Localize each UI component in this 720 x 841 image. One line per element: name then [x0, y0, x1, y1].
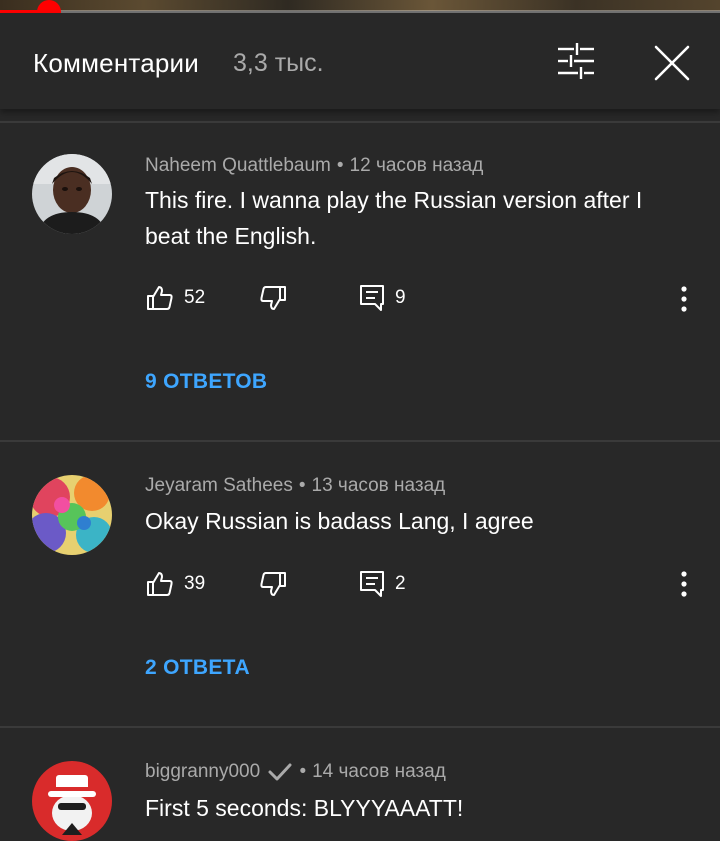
- like-count: 39: [184, 573, 206, 594]
- avatar-cartoon-icon: [32, 761, 112, 841]
- comment-text: First 5 seconds: BLYYYAAATT!: [145, 795, 464, 821]
- more-vertical-icon: [681, 286, 687, 312]
- thumbs-down-icon: [260, 572, 286, 596]
- like-count: 52: [184, 287, 206, 308]
- avatar-photo-icon: [32, 154, 112, 234]
- comment-more-button[interactable]: [672, 284, 696, 314]
- sort-comments-button[interactable]: [548, 39, 604, 83]
- comment-item: Jeyaram Sathees • 13 часов назад Okay Russ…: [0, 442, 720, 728]
- reply-button[interactable]: 2: [359, 570, 406, 598]
- close-x-icon: [654, 45, 690, 81]
- comment-author[interactable]: biggranny000: [145, 761, 260, 782]
- avatar[interactable]: [32, 475, 112, 555]
- verified-check-icon: [268, 763, 292, 781]
- meta-separator: •: [336, 155, 344, 176]
- reply-count: 9: [395, 287, 406, 308]
- comments-header: Комментарии 3,3 тыс.: [0, 13, 720, 109]
- reply-comment-icon: [360, 571, 384, 597]
- comment-author[interactable]: Naheem Quattlebaum: [145, 155, 331, 176]
- comment-meta: biggranny000 • 14 часов назад: [145, 761, 446, 783]
- reply-button[interactable]: 9: [359, 284, 406, 312]
- reply-comment-icon: [360, 285, 384, 311]
- comments-count: 3,3 тыс.: [233, 49, 324, 77]
- view-replies-link[interactable]: 2 ОТВЕТА: [145, 656, 250, 680]
- comment-item: biggranny000 • 14 часов назад First 5 sec…: [0, 728, 720, 841]
- close-comments-button[interactable]: [646, 37, 698, 89]
- more-vertical-icon: [681, 571, 687, 597]
- like-button[interactable]: 52: [146, 284, 205, 312]
- avatar[interactable]: [32, 761, 112, 841]
- comment-time: 13 часов назад: [311, 475, 446, 496]
- thumbs-up-icon: [147, 572, 173, 596]
- comment-meta: Naheem Quattlebaum • 12 часов назад: [145, 155, 483, 177]
- comment-meta: Jeyaram Sathees • 13 часов назад: [145, 475, 445, 497]
- avatar[interactable]: [32, 154, 112, 234]
- comment-time: 12 часов назад: [349, 155, 484, 176]
- comment-item: Naheem Quattlebaum • 12 часов назад This f…: [0, 122, 720, 442]
- comment-text: This fire. I wanna play the Russian vers…: [145, 187, 643, 249]
- avatar-colorful-icon: [32, 475, 112, 555]
- comments-title: Комментарии: [33, 48, 199, 78]
- reply-count: 2: [395, 573, 406, 594]
- dislike-button[interactable]: [259, 284, 287, 312]
- comments-panel: Комментарии 3,3 тыс. Naheem Quattlebaum …: [0, 0, 720, 841]
- comment-time: 14 часов назад: [312, 761, 446, 782]
- like-button[interactable]: 39: [146, 570, 205, 598]
- comment-more-button[interactable]: [672, 569, 696, 599]
- comment-author[interactable]: Jeyaram Sathees: [145, 475, 293, 496]
- meta-separator: •: [298, 475, 306, 496]
- thumbs-up-icon: [147, 286, 173, 310]
- thumbs-down-icon: [260, 286, 286, 310]
- dislike-button[interactable]: [259, 570, 287, 598]
- meta-separator: •: [299, 761, 307, 782]
- view-replies-link[interactable]: 9 ОТВЕТОВ: [145, 370, 267, 394]
- comment-text: Okay Russian is badass Lang, I agree: [145, 508, 534, 534]
- sort-sliders-icon: [558, 43, 594, 79]
